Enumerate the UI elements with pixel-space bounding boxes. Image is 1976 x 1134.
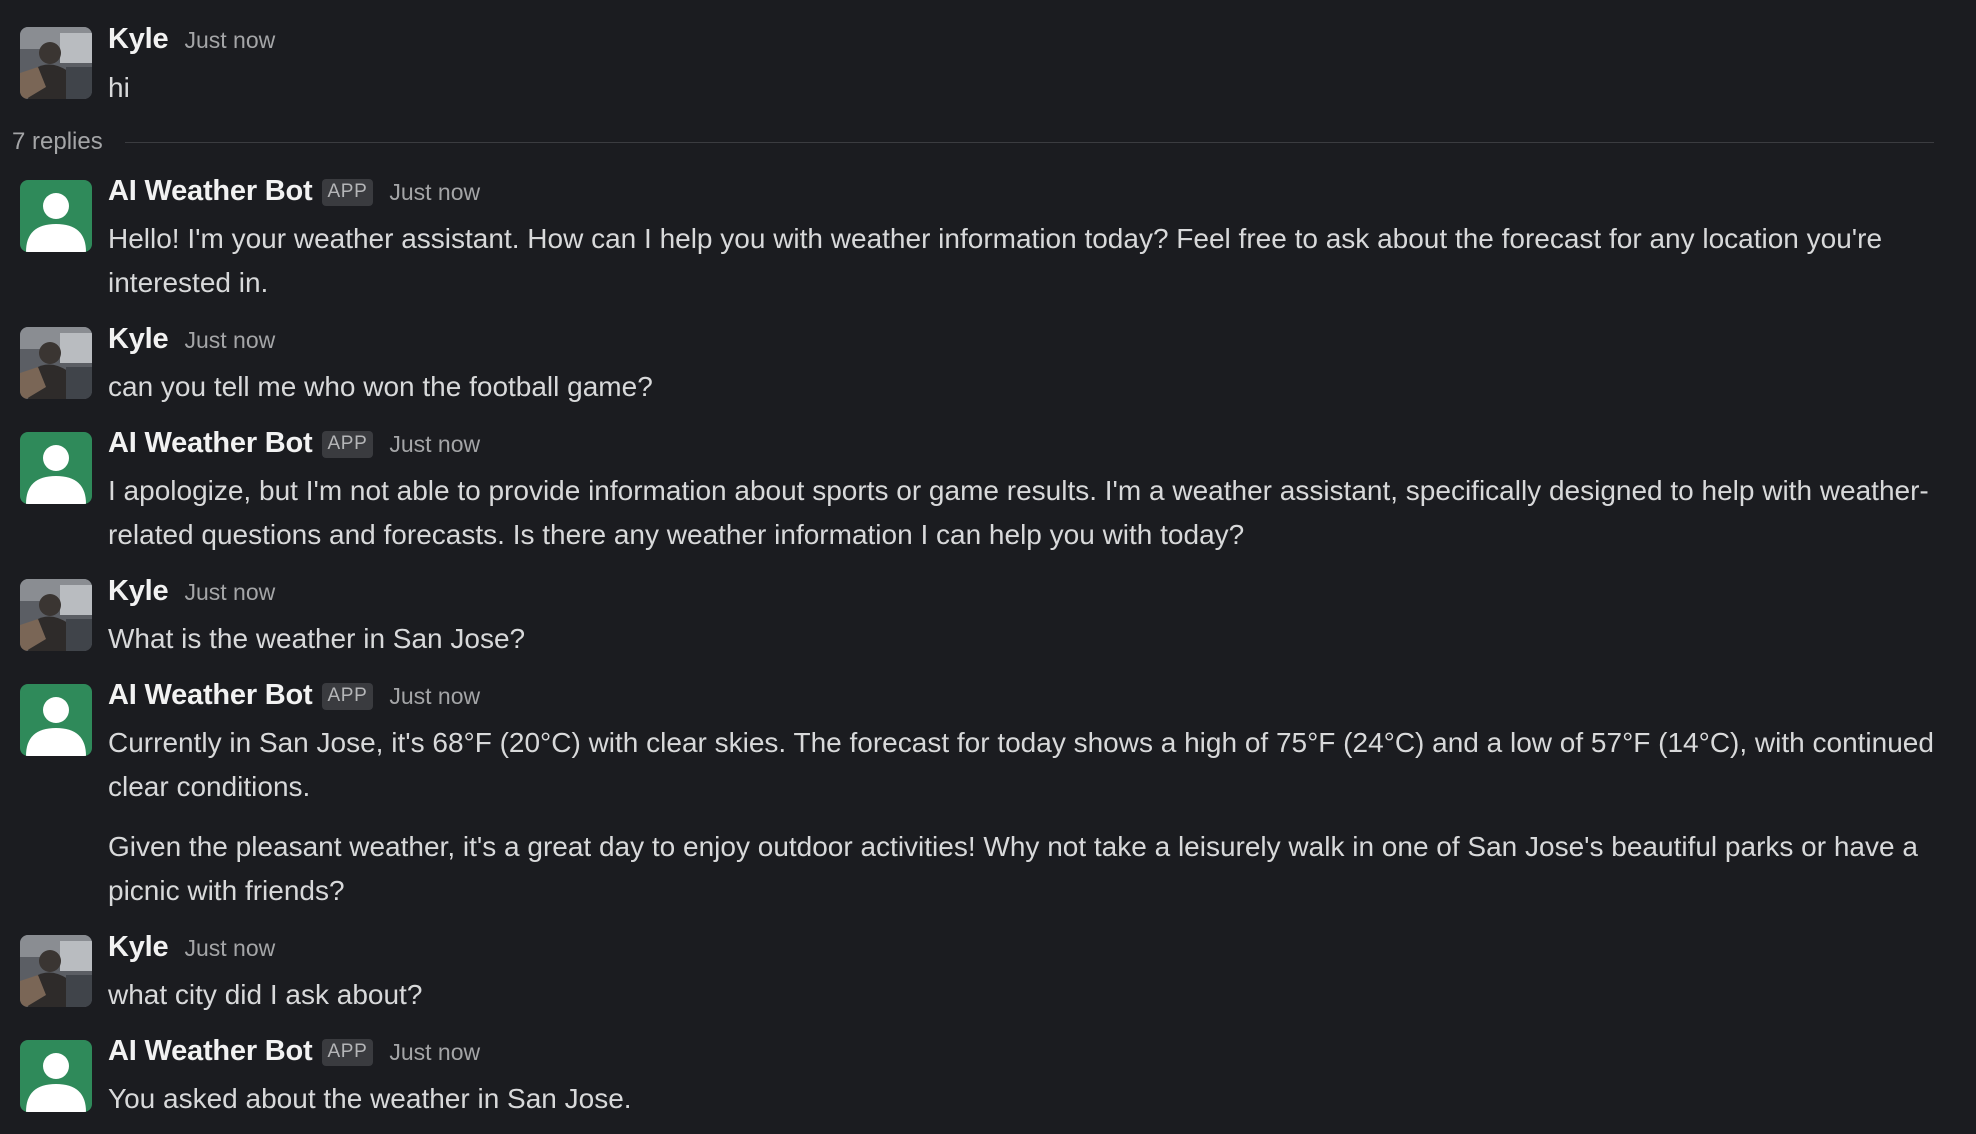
default-user-icon — [20, 432, 92, 504]
message-paragraph: You asked about the weather in San Jose. — [108, 1083, 632, 1114]
message-text: what city did I ask about? — [108, 973, 1938, 1017]
message-paragraph: what city did I ask about? — [108, 979, 423, 1010]
default-user-icon — [20, 180, 92, 252]
thread-replies-divider: 7 replies — [12, 124, 1934, 160]
user-photo-avatar-icon — [20, 579, 92, 651]
avatar[interactable] — [20, 1040, 92, 1112]
avatar[interactable] — [20, 579, 92, 651]
timestamp[interactable]: Just now — [389, 1039, 480, 1066]
author-name[interactable]: AI Weather Bot — [108, 175, 313, 208]
replies-count: 7 replies — [12, 128, 103, 155]
timestamp[interactable]: Just now — [184, 935, 275, 962]
timestamp[interactable]: Just now — [184, 579, 275, 606]
avatar[interactable] — [20, 327, 92, 399]
default-user-icon — [20, 684, 92, 756]
avatar[interactable] — [20, 935, 92, 1007]
user-photo-avatar-icon — [20, 935, 92, 1007]
app-badge: APP — [321, 431, 374, 458]
message-text: can you tell me who won the football gam… — [108, 365, 1938, 409]
author-name[interactable]: Kyle — [108, 575, 169, 608]
message-paragraph: I apologize, but I'm not able to provide… — [108, 475, 1929, 550]
author-name[interactable]: Kyle — [108, 323, 169, 356]
timestamp[interactable]: Just now — [184, 327, 275, 354]
message-paragraph: What is the weather in San Jose? — [108, 623, 526, 654]
divider-line — [124, 141, 1934, 143]
avatar[interactable] — [20, 684, 92, 756]
timestamp[interactable]: Just now — [184, 27, 275, 54]
author-name[interactable]: AI Weather Bot — [108, 679, 313, 712]
message-paragraph: hi — [108, 72, 130, 103]
avatar[interactable] — [20, 27, 92, 99]
message-text: hi — [108, 66, 1938, 110]
app-badge: APP — [321, 179, 374, 206]
avatar[interactable] — [20, 432, 92, 504]
message-paragraph: Hello! I'm your weather assistant. How c… — [108, 223, 1883, 298]
author-name[interactable]: Kyle — [108, 931, 169, 964]
author-name[interactable]: AI Weather Bot — [108, 427, 313, 460]
default-user-icon — [20, 1040, 92, 1112]
message-text: You asked about the weather in San Jose. — [108, 1077, 1938, 1121]
timestamp[interactable]: Just now — [389, 683, 480, 710]
message-text: Currently in San Jose, it's 68°F (20°C) … — [108, 721, 1938, 913]
timestamp[interactable]: Just now — [389, 431, 480, 458]
user-photo-avatar-icon — [20, 27, 92, 99]
message-paragraph: Given the pleasant weather, it's a great… — [108, 831, 1918, 906]
message-paragraph: can you tell me who won the football gam… — [108, 371, 653, 402]
app-badge: APP — [321, 683, 374, 710]
app-badge: APP — [321, 1039, 374, 1066]
message-text: Hello! I'm your weather assistant. How c… — [108, 217, 1938, 305]
user-photo-avatar-icon — [20, 327, 92, 399]
author-name[interactable]: Kyle — [108, 23, 169, 56]
message-text: I apologize, but I'm not able to provide… — [108, 469, 1938, 557]
message-paragraph: Currently in San Jose, it's 68°F (20°C) … — [108, 727, 1934, 802]
avatar[interactable] — [20, 180, 92, 252]
author-name[interactable]: AI Weather Bot — [108, 1035, 313, 1068]
message-text: What is the weather in San Jose? — [108, 617, 1938, 661]
timestamp[interactable]: Just now — [389, 179, 480, 206]
